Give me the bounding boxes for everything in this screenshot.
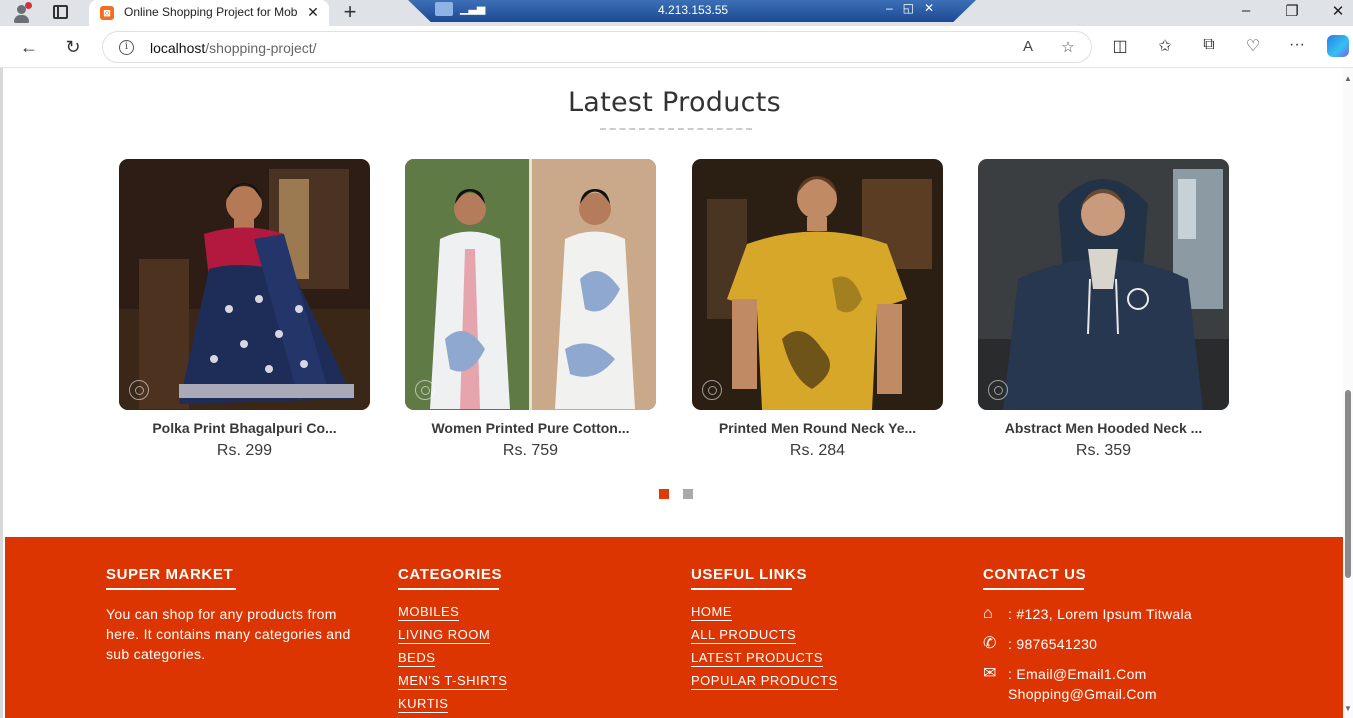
watermark-icon <box>702 380 722 400</box>
tab-title: Online Shopping Project for Mob <box>124 5 298 19</box>
remote-window-controls[interactable]: –◱✕ <box>886 1 944 15</box>
signal-icon: ▁▃▅ <box>460 3 486 15</box>
watermark-icon <box>129 380 149 400</box>
category-link-mobiles[interactable]: MOBILES <box>398 604 460 621</box>
product-price: Rs. 759 <box>502 442 559 459</box>
url-field[interactable]: i localhost/shopping-project/ A ☆ <box>102 31 1092 63</box>
category-link-kurtis[interactable]: KURTIS <box>398 696 449 713</box>
browser-tab-strip: ⊠ Online Shopping Project for Mob ✕ + ▁▃… <box>0 0 1353 26</box>
collections-icon[interactable]: ⧉ <box>1197 36 1221 54</box>
product-price: Rs. 284 <box>789 442 846 459</box>
footer-categories-title: CATEGORIES <box>398 566 503 583</box>
footer-contact: CONTACT US ⌂ : #123, Lorem Ipsum Titwala… <box>983 566 1192 714</box>
close-tab-icon[interactable]: ✕ <box>305 4 321 21</box>
favorite-star-icon[interactable]: ☆ <box>1057 38 1079 56</box>
url-text[interactable]: localhost/shopping-project/ <box>150 40 317 56</box>
phone-icon: ✆ <box>983 635 997 652</box>
scrollbar-thumb[interactable] <box>1345 390 1351 578</box>
footer-categories: CATEGORIES MOBILES LIVING ROOM BEDS MEN'… <box>398 566 508 718</box>
footer-about-text: You can shop for any products from here.… <box>106 606 351 662</box>
carousel-dot-1[interactable] <box>659 489 669 499</box>
product-image[interactable] <box>978 159 1229 410</box>
tab-actions-icon[interactable] <box>53 5 68 19</box>
footer-contact-title: CONTACT US <box>983 566 1087 583</box>
useful-link-popular-products[interactable]: POPULAR PRODUCTS <box>691 673 838 690</box>
scroll-down-arrow-icon[interactable]: ▼ <box>1344 704 1352 713</box>
contact-address: ⌂ : #123, Lorem Ipsum Titwala <box>983 605 1192 622</box>
copilot-icon[interactable] <box>1327 35 1349 57</box>
category-link-mens-tshirts[interactable]: MEN'S T-SHIRTS <box>398 673 508 690</box>
product-price: Rs. 299 <box>216 442 273 459</box>
useful-link-latest-products[interactable]: LATEST PRODUCTS <box>691 650 823 667</box>
footer-useful-links-title: USEFUL LINKS <box>691 566 808 583</box>
product-card[interactable]: Printed Men Round Neck Ye... Rs. 284 <box>692 159 943 460</box>
page-scrollbar[interactable]: ▲ ▼ <box>1343 68 1353 718</box>
useful-link-home[interactable]: HOME <box>691 604 732 621</box>
product-image[interactable] <box>692 159 943 410</box>
watermark-icon <box>988 380 1008 400</box>
product-name[interactable]: Women Printed Pure Cotton... <box>405 420 656 436</box>
carousel-pagination <box>659 486 707 504</box>
xampp-favicon-icon: ⊠ <box>100 6 114 20</box>
close-window-icon[interactable]: ✕ <box>1323 2 1353 20</box>
favorites-icon[interactable]: ✩ <box>1153 36 1177 56</box>
category-link-beds[interactable]: BEDS <box>398 650 436 667</box>
contact-email: ✉ : Email@Email1.Com Shopping@Gmail.Com <box>983 665 1157 702</box>
title-underline <box>600 128 752 130</box>
site-info-icon[interactable]: i <box>119 40 134 55</box>
back-icon[interactable]: ← <box>17 35 41 59</box>
site-footer: SUPER MARKET You can shop for any produc… <box>5 537 1343 718</box>
category-link-living-room[interactable]: LIVING ROOM <box>398 627 491 644</box>
more-options-icon[interactable]: ··· <box>1285 36 1309 54</box>
pin-icon[interactable] <box>435 2 453 16</box>
page-viewport: Latest Products Polka Print Bhagalpuri C… <box>0 68 1343 718</box>
watermark-icon <box>415 380 435 400</box>
product-image[interactable] <box>405 159 656 410</box>
remote-desktop-bar: ▁▃▅ 4.213.153.55 –◱✕ <box>408 0 976 22</box>
product-price: Rs. 359 <box>1075 442 1132 459</box>
footer-about-title: SUPER MARKET <box>106 566 234 583</box>
read-aloud-icon[interactable]: A <box>1017 38 1039 55</box>
product-name[interactable]: Abstract Men Hooded Neck ... <box>978 420 1229 436</box>
scroll-up-arrow-icon[interactable]: ▲ <box>1344 74 1352 83</box>
browser-tab[interactable]: ⊠ Online Shopping Project for Mob ✕ <box>89 0 329 26</box>
new-tab-button[interactable]: + <box>339 1 361 23</box>
restore-icon[interactable]: ❐ <box>1277 2 1307 20</box>
minimize-icon[interactable]: – <box>1231 2 1261 19</box>
envelope-icon: ✉ <box>983 665 997 682</box>
contact-phone: ✆ : 9876541230 <box>983 635 1098 652</box>
product-name[interactable]: Polka Print Bhagalpuri Co... <box>119 420 370 436</box>
split-screen-icon[interactable]: ◫ <box>1108 36 1132 56</box>
footer-about: SUPER MARKET You can shop for any produc… <box>106 566 368 664</box>
remote-ip: 4.213.153.55 <box>658 3 729 17</box>
browser-essentials-icon[interactable]: ♡ <box>1241 36 1265 56</box>
heading-underline <box>106 588 236 590</box>
address-bar-row: ← ↻ i localhost/shopping-project/ A ☆ ◫ … <box>0 26 1353 68</box>
profile-icon[interactable] <box>11 2 33 24</box>
product-card[interactable]: Polka Print Bhagalpuri Co... Rs. 299 <box>119 159 370 460</box>
carousel-dot-2[interactable] <box>683 489 693 499</box>
heading-underline <box>691 588 792 590</box>
heading-underline <box>983 588 1084 590</box>
product-name[interactable]: Printed Men Round Neck Ye... <box>692 420 943 436</box>
product-card[interactable]: Abstract Men Hooded Neck ... Rs. 359 <box>978 159 1229 460</box>
section-title: Latest Products <box>567 87 782 118</box>
heading-underline <box>398 588 499 590</box>
product-card[interactable]: Women Printed Pure Cotton... Rs. 759 <box>405 159 656 460</box>
refresh-icon[interactable]: ↻ <box>61 35 85 59</box>
home-icon: ⌂ <box>983 605 993 622</box>
footer-useful-links: USEFUL LINKS HOME ALL PRODUCTS LATEST PR… <box>691 566 838 696</box>
product-image[interactable] <box>119 159 370 410</box>
useful-link-all-products[interactable]: ALL PRODUCTS <box>691 627 797 644</box>
